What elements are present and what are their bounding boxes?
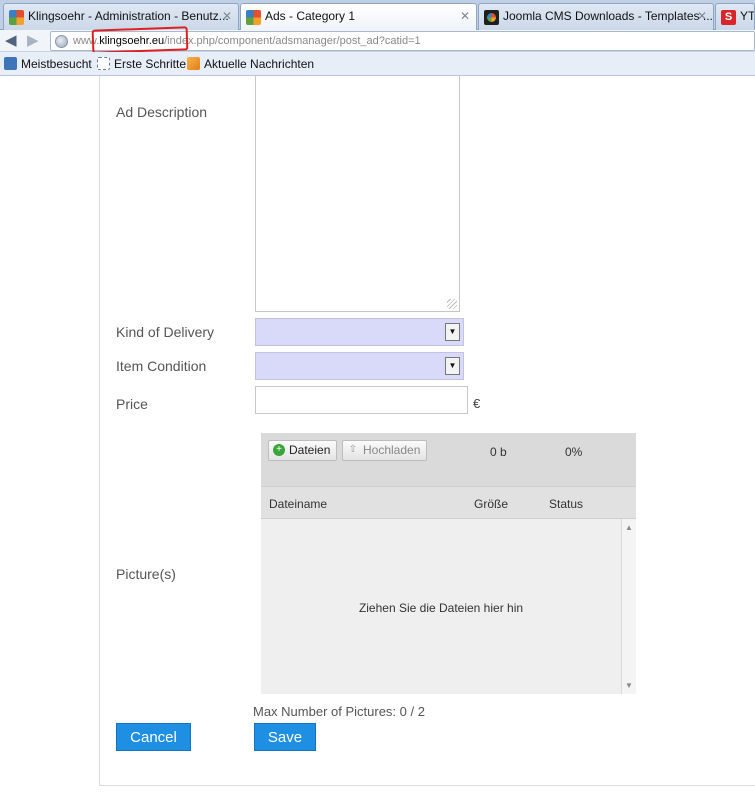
filename-column-header: Dateiname: [269, 497, 328, 511]
joomla-icon: [246, 10, 261, 25]
plus-icon: +: [273, 444, 285, 456]
item-condition-select[interactable]: ▼: [255, 352, 464, 380]
drop-zone-hint[interactable]: Ziehen Sie die Dateien hier hin: [261, 601, 621, 615]
total-size: 0 b: [490, 445, 507, 459]
tab-joomla-downloads[interactable]: Joomla CMS Downloads - Templates ... ✕: [478, 3, 714, 30]
add-files-button[interactable]: + Dateien: [268, 440, 338, 461]
cancel-button[interactable]: Cancel: [116, 723, 191, 751]
file-uploader: + Dateien ⇧ Hochladen 0 b 0% Dateiname G…: [261, 433, 636, 694]
upload-label: Hochladen: [363, 443, 421, 457]
upload-button[interactable]: ⇧ Hochladen: [342, 440, 428, 461]
price-label: Price: [116, 396, 148, 412]
tab-strip: Klingsoehr - Administration - Benutz... …: [0, 0, 755, 31]
tab-title: Ads - Category 1: [265, 9, 356, 23]
rss-icon: [187, 57, 200, 70]
kind-of-delivery-select[interactable]: ▼: [255, 318, 464, 346]
upload-percent: 0%: [565, 445, 583, 459]
tab-yt[interactable]: S YT: [715, 3, 755, 30]
price-input[interactable]: [255, 386, 468, 414]
bookmark-meistbesucht[interactable]: Meistbesucht: [4, 57, 92, 71]
bookmark-label: Erste Schritte: [114, 57, 187, 71]
size-column-header: Größe: [474, 497, 509, 511]
add-files-label: Dateien: [289, 443, 331, 457]
bookmark-label: Aktuelle Nachrichten: [204, 57, 315, 71]
bookmarks-bar: Meistbesucht Erste Schritte Aktuelle Nac…: [0, 52, 755, 76]
ad-description-label: Ad Description: [116, 104, 208, 120]
tab-title: Klingsoehr - Administration - Benutz...: [28, 9, 229, 23]
resize-grip-icon[interactable]: [447, 299, 457, 309]
red-highlight-annotation: [91, 26, 189, 54]
tab-title: Joomla CMS Downloads - Templates ...: [503, 9, 713, 23]
s-icon: S: [721, 10, 736, 25]
status-column-header: Status: [549, 497, 584, 511]
bookmark-label: Meistbesucht: [21, 57, 92, 71]
file-list-scrollbar[interactable]: ▲ ▼: [621, 519, 636, 694]
url-path: /index.php/component/adsmanager/post_ad?…: [164, 35, 421, 47]
globe-icon: [55, 35, 68, 48]
joomla-downloads-icon: [484, 10, 499, 25]
uploader-toolbar: + Dateien ⇧ Hochladen 0 b 0%: [261, 433, 636, 486]
joomla-icon: [9, 10, 24, 25]
dropdown-arrow-icon[interactable]: ▼: [445, 357, 460, 375]
scroll-down-icon[interactable]: ▼: [625, 681, 633, 690]
kind-of-delivery-label: Kind of Delivery: [116, 324, 215, 340]
tab-title: YT: [740, 9, 755, 23]
bookmark-aktuelle-nachrichten[interactable]: Aktuelle Nachrichten: [187, 57, 314, 71]
tab-ads-category[interactable]: Ads - Category 1 ✕: [240, 3, 477, 31]
close-icon[interactable]: ✕: [222, 9, 232, 23]
save-button[interactable]: Save: [254, 723, 316, 751]
dropdown-arrow-icon[interactable]: ▼: [445, 323, 460, 341]
ad-description-textarea[interactable]: [255, 76, 460, 312]
tab-klingsoehr-admin[interactable]: Klingsoehr - Administration - Benutz... …: [3, 3, 239, 30]
close-icon[interactable]: ✕: [460, 9, 470, 23]
page-icon: [97, 57, 110, 70]
currency-symbol: €: [473, 396, 481, 411]
close-icon[interactable]: ✕: [697, 9, 707, 23]
bookmark-folder-icon: [4, 57, 17, 70]
bookmark-erste-schritte[interactable]: Erste Schritte: [97, 57, 186, 71]
forward-arrow-icon[interactable]: ▶: [27, 32, 39, 50]
file-list-header: Dateiname Größe Status: [261, 486, 636, 519]
item-condition-label: Item Condition: [116, 358, 207, 374]
upload-arrow-icon: ⇧: [348, 444, 358, 455]
page-content: Ad Description Kind of Delivery ▼ Item C…: [0, 76, 755, 800]
max-pictures-text: Max Number of Pictures: 0 / 2: [253, 704, 425, 719]
back-arrow-icon[interactable]: ◀: [5, 32, 17, 50]
pictures-label: Picture(s): [116, 566, 176, 582]
scroll-up-icon[interactable]: ▲: [625, 523, 633, 532]
